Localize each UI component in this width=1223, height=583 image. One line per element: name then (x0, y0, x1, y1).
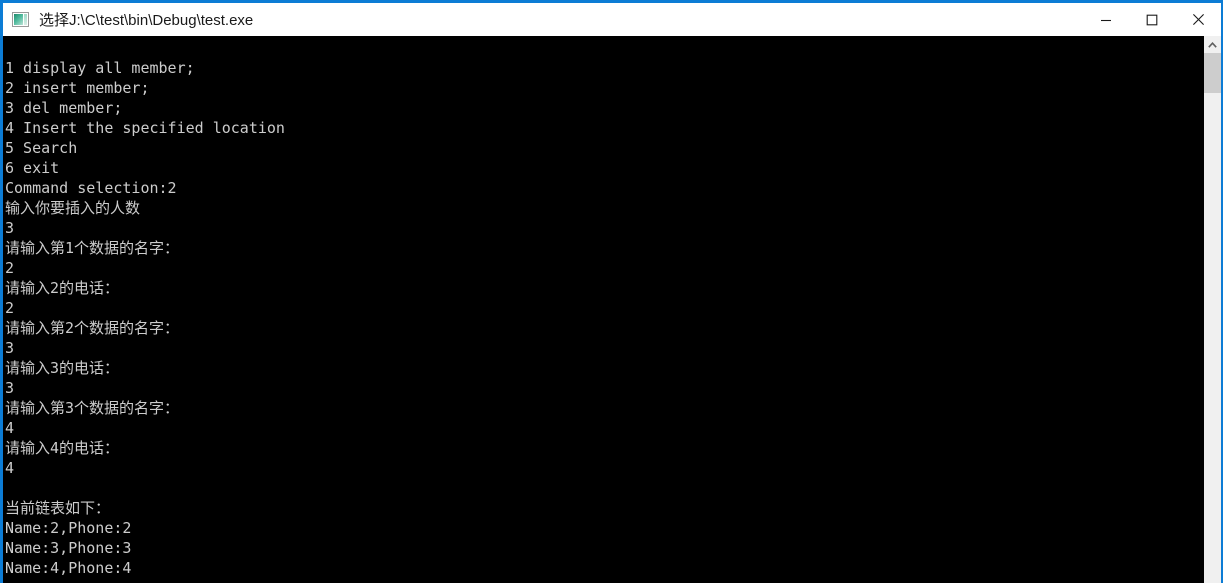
close-button[interactable] (1175, 3, 1221, 36)
console-line: 请输入第1个数据的名字： (5, 239, 180, 257)
scrollbar-thumb[interactable] (1204, 53, 1221, 93)
maximize-icon (1146, 14, 1158, 25)
console-line: 请输入3的电话： (5, 359, 120, 377)
console-line: 2 insert member; (5, 79, 150, 97)
console-window-icon (12, 12, 29, 27)
console-line: 4 (5, 459, 15, 477)
console-line: Command selection:2 (5, 179, 177, 197)
caption-button-group (1083, 3, 1221, 36)
console-line: Name:4,Phone:4 (5, 559, 132, 577)
close-icon (1192, 14, 1204, 25)
console-line: 请输入第2个数据的名字： (5, 319, 180, 337)
console-line: 请输入第3个数据的名字： (5, 399, 180, 417)
console-window: 选择J:\C\test\bin\Debug\test.exe 1 display… (0, 0, 1223, 583)
window-title: 选择J:\C\test\bin\Debug\test.exe (39, 12, 254, 29)
console-line: 1 display all member; (5, 59, 195, 77)
console-line: 请输入4的电话： (5, 439, 120, 457)
console-line: 6 exit (5, 159, 60, 177)
console-line: 3 (5, 219, 15, 237)
minimize-icon (1101, 19, 1111, 21)
console-line: 3 (5, 339, 15, 357)
console-icon-stripe (24, 14, 27, 25)
console-output-area[interactable]: 1 display all member; 2 insert member; 3 d… (3, 36, 1221, 583)
console-line: 4 Insert the specified location (5, 119, 285, 137)
title-bar[interactable]: 选择J:\C\test\bin\Debug\test.exe (3, 3, 1221, 36)
minimize-button[interactable] (1083, 3, 1129, 36)
console-line: 2 (5, 299, 15, 317)
title-bar-left-group: 选择J:\C\test\bin\Debug\test.exe (3, 9, 1083, 30)
vertical-scrollbar[interactable] (1204, 36, 1221, 583)
console-icon-fill (14, 14, 23, 25)
scrollbar-track[interactable] (1204, 93, 1221, 583)
console-line: 当前链表如下： (5, 499, 111, 517)
console-line: 4 (5, 419, 15, 437)
console-line: Name:3,Phone:3 (5, 539, 132, 557)
scroll-up-button[interactable] (1204, 36, 1221, 53)
console-line: 5 Search (5, 139, 78, 157)
console-line: 3 (5, 379, 15, 397)
console-line: 2 (5, 259, 15, 277)
console-line: Name:2,Phone:2 (5, 519, 132, 537)
console-line: 请输入2的电话： (5, 279, 120, 297)
console-line: 3 del member; (5, 99, 123, 117)
maximize-button[interactable] (1129, 3, 1175, 36)
chevron-up-icon (1208, 41, 1217, 48)
console-text-buffer: 1 display all member; 2 insert member; 3 d… (5, 58, 1185, 578)
console-line: 输入你要插入的人数 (5, 199, 141, 217)
